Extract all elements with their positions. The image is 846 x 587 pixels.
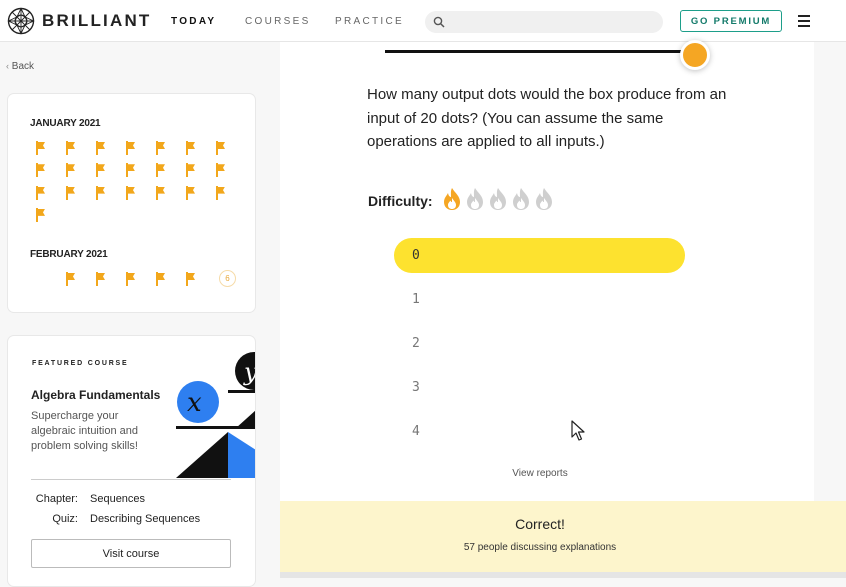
streak-flag-icon xyxy=(186,272,196,286)
question-text: How many output dots would the box produ… xyxy=(367,86,727,150)
current-day-indicator[interactable]: 6 xyxy=(219,270,236,287)
streak-flag-icon xyxy=(216,163,226,178)
streak-flag-icon xyxy=(96,185,106,200)
visit-course-button[interactable]: Visit course xyxy=(31,539,231,568)
streak-flag-icon xyxy=(96,163,106,178)
result-title: Correct! xyxy=(515,516,565,532)
answer-choice-label: 2 xyxy=(412,336,420,351)
streak-flag-icon xyxy=(216,185,226,200)
featured-course-card: FEATURED COURSE Algebra Fundamentals Sup… xyxy=(7,335,256,587)
answer-choice[interactable]: 4 xyxy=(394,414,685,449)
course-description: Supercharge your algebraic intuition and… xyxy=(31,410,139,452)
divider xyxy=(31,479,231,480)
hamburger-menu-icon[interactable] xyxy=(798,15,810,30)
slider-handle[interactable] xyxy=(680,40,710,70)
logo[interactable]: BRILLIANT xyxy=(7,7,152,35)
logo-text: BRILLIANT xyxy=(42,11,152,30)
streak-flag-icon xyxy=(216,141,226,155)
featured-course-eyebrow: FEATURED COURSE xyxy=(32,360,129,367)
streak-calendar-card: JANUARY 2021 FEBRUARY 2021 6 xyxy=(7,93,256,313)
slider-track[interactable] xyxy=(385,50,690,53)
answer-choice[interactable]: 0 xyxy=(394,238,685,273)
streak-flag-icon xyxy=(126,185,136,200)
answer-choice[interactable]: 2 xyxy=(394,326,685,361)
discussion-link[interactable]: 57 people discussing explanations xyxy=(280,542,800,553)
answer-choice[interactable]: 3 xyxy=(394,370,685,405)
streak-flag-icon xyxy=(186,163,196,178)
chapter-value: Sequences xyxy=(90,493,146,505)
streak-flag-icon xyxy=(36,185,46,200)
streak-flag-icon xyxy=(66,185,76,200)
search-icon xyxy=(433,16,445,28)
algebra-course-illustration: y x xyxy=(176,352,256,478)
streak-flag-icon xyxy=(156,141,166,155)
difficulty-rating xyxy=(442,187,554,211)
mouse-cursor-icon xyxy=(571,420,585,441)
nav-courses[interactable]: COURSES xyxy=(245,16,311,27)
flame-empty-icon xyxy=(467,188,483,210)
streak-flag-icon xyxy=(186,185,196,200)
course-title[interactable]: Algebra Fundamentals xyxy=(31,388,160,402)
chevron-left-icon: ‹ xyxy=(6,61,9,71)
flame-empty-icon xyxy=(513,188,529,210)
back-link[interactable]: ‹ Back xyxy=(6,61,34,72)
go-premium-button[interactable]: GO PREMIUM xyxy=(680,10,782,32)
back-label: Back xyxy=(11,61,35,72)
quiz-label: Quiz: xyxy=(52,513,78,525)
streak-flag-icon xyxy=(156,272,166,286)
flame-filled-icon xyxy=(444,188,460,210)
streak-flag-icon xyxy=(96,272,106,286)
top-bar: BRILLIANT TODAY COURSES PRACTICE GO PREM… xyxy=(0,0,846,42)
search-input[interactable] xyxy=(425,11,663,33)
streak-flag-icon xyxy=(36,163,46,178)
streak-flag-icon xyxy=(66,163,76,178)
nav-today[interactable]: TODAY xyxy=(171,16,216,27)
answer-choice[interactable]: 1 xyxy=(394,282,685,317)
y-symbol: y xyxy=(243,358,256,386)
streak-flag-icon xyxy=(66,272,76,286)
view-reports-link[interactable]: View reports xyxy=(280,468,800,479)
month-label-january: JANUARY 2021 xyxy=(30,118,101,129)
streak-flag-icon xyxy=(126,163,136,178)
streak-flag-icon xyxy=(96,141,106,155)
streak-flag-icon xyxy=(156,185,166,200)
difficulty-label: Difficulty: xyxy=(368,193,433,209)
quiz-value: Describing Sequences xyxy=(90,513,201,525)
result-banner: Correct! 57 people discussing explanatio… xyxy=(280,501,846,572)
x-symbol: x xyxy=(187,388,202,418)
problem-panel: How many output dots would the box produ… xyxy=(280,40,814,578)
streak-flag-icon xyxy=(36,141,46,155)
streak-flag-icon xyxy=(186,141,196,155)
answer-choice-label: 3 xyxy=(412,380,420,395)
answer-choice-label: 4 xyxy=(412,424,420,439)
answer-choice-label: 0 xyxy=(412,248,420,263)
scroll-edge xyxy=(280,572,846,578)
streak-flag-icon xyxy=(126,272,136,286)
streak-flag-icon xyxy=(36,207,46,222)
streak-flag-icon xyxy=(66,141,76,155)
chapter-label: Chapter: xyxy=(35,493,78,505)
answer-choice-label: 1 xyxy=(412,292,420,307)
month-label-february: FEBRUARY 2021 xyxy=(30,249,108,260)
brilliant-logo-icon xyxy=(7,7,35,35)
flame-empty-icon xyxy=(490,188,506,210)
streak-flag-icon xyxy=(126,141,136,155)
nav-practice[interactable]: PRACTICE xyxy=(335,16,404,27)
streak-flag-icon xyxy=(156,163,166,178)
flame-empty-icon xyxy=(536,188,552,210)
